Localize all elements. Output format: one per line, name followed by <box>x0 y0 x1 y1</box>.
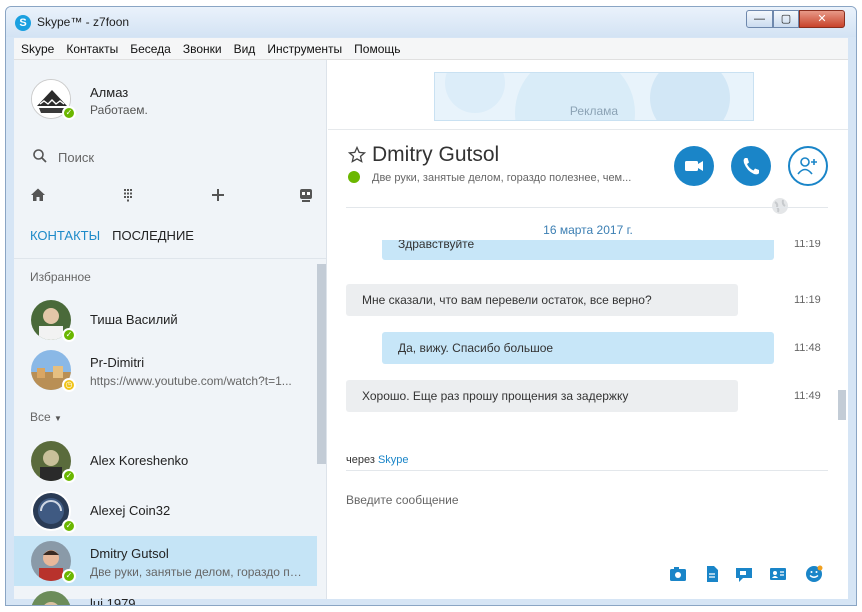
voice-call-button[interactable] <box>731 146 771 186</box>
search-input[interactable] <box>58 146 298 168</box>
all-contacts-header[interactable]: Все ▼ <box>30 410 62 424</box>
chat-divider <box>346 207 828 208</box>
ad-label: Реклама <box>569 104 619 118</box>
dialpad-icon[interactable] <box>119 186 137 204</box>
status-online-icon: ✓ <box>62 519 76 533</box>
status-online-icon: ✓ <box>62 569 76 583</box>
contact-item-pr-dimitri[interactable]: ◷ Pr-Dimitri https://www.youtube.com/wat… <box>14 345 317 395</box>
bot-icon[interactable] <box>297 186 315 204</box>
star-icon[interactable] <box>348 146 366 164</box>
contact-item-alex-koreshenko[interactable]: ✓ Alex Koreshenko <box>14 436 317 486</box>
via-brand[interactable]: Skype <box>378 454 409 466</box>
ad-banner[interactable]: Реклама <box>434 72 754 121</box>
menu-view[interactable]: Вид <box>228 38 262 60</box>
contacts-sidebar: ✓ Алмаз Работаем. Поиск КОНТАКТЫ ПОСЛЕДН… <box>14 60 327 605</box>
tab-contacts[interactable]: КОНТАКТЫ <box>30 228 100 243</box>
message-list[interactable]: Здравствуйте 11:19 Мне сказали, что вам … <box>328 240 848 430</box>
message-incoming[interactable]: Мне сказали, что вам перевели остаток, в… <box>346 284 738 316</box>
message-time: 11:19 <box>794 240 821 250</box>
chat-status-online-icon <box>348 171 360 183</box>
contact-item-lui-1979[interactable]: lui 1979 <box>14 586 317 606</box>
chat-scrollbar[interactable] <box>838 390 846 420</box>
menu-contacts[interactable]: Контакты <box>60 38 124 60</box>
chat-contact-mood: Две руки, занятые делом, гораздо полезне… <box>372 172 632 184</box>
sidebar-scrollbar[interactable] <box>317 264 326 464</box>
profile-mood[interactable]: Работаем. <box>90 103 148 117</box>
add-people-button[interactable] <box>788 146 828 186</box>
sidebar-tabs: КОНТАКТЫ ПОСЛЕДНИЕ <box>30 228 206 243</box>
via-label: через Skype <box>346 454 409 466</box>
message-incoming[interactable]: Хорошо. Еще раз прошу прощения за задерж… <box>346 380 738 412</box>
menu-help[interactable]: Помощь <box>348 38 406 60</box>
contact-item-alexej-coin32[interactable]: ✓ Alexej Coin32 <box>14 486 317 536</box>
via-prefix: через <box>346 454 375 466</box>
status-online-icon: ✓ <box>62 469 76 483</box>
contact-mood: https://www.youtube.com/watch?t=1... <box>90 374 292 388</box>
message-outgoing[interactable]: Да, вижу. Спасибо большое <box>382 332 774 364</box>
add-icon[interactable] <box>209 186 227 204</box>
contact-item-dmitry-gutsol[interactable]: ✓ Dmitry Gutsol Две руки, занятые делом,… <box>14 536 317 586</box>
close-button[interactable]: ✕ <box>799 10 845 28</box>
globe-icon[interactable] <box>770 196 790 216</box>
status-online-icon: ✓ <box>62 328 76 342</box>
minimize-button[interactable]: — <box>746 10 773 28</box>
menu-bar: Skype Контакты Беседа Звонки Вид Инструменты П… <box>14 38 848 60</box>
contact-name: Alex Koreshenko <box>90 453 189 468</box>
tab-recent[interactable]: ПОСЛЕДНИЕ <box>112 228 194 243</box>
menu-skype[interactable]: Skype <box>14 38 60 60</box>
emoticon-icon[interactable] <box>804 564 824 584</box>
message-time: 11:49 <box>794 390 821 402</box>
message-input[interactable] <box>346 490 816 510</box>
status-away-icon: ◷ <box>62 378 76 392</box>
menu-tools[interactable]: Инструменты <box>261 38 348 60</box>
header-divider <box>328 129 848 130</box>
chat-panel: Реклама Dmitry Gutsol Две руки, занятые … <box>328 60 848 599</box>
video-camera-icon <box>685 161 703 171</box>
all-label: Все <box>30 410 51 424</box>
contact-name: lui 1979 <box>90 596 136 606</box>
send-contacts-icon[interactable] <box>768 564 788 584</box>
menu-conversation[interactable]: Беседа <box>124 38 177 60</box>
phone-icon <box>743 158 759 175</box>
date-separator: 16 марта 2017 г. <box>543 223 633 237</box>
video-call-button[interactable] <box>674 146 714 186</box>
app-content: ✓ Алмаз Работаем. Поиск КОНТАКТЫ ПОСЛЕДН… <box>14 60 848 605</box>
contact-name: Тиша Василий <box>90 312 178 327</box>
video-message-icon[interactable] <box>734 564 754 584</box>
profile-name[interactable]: Алмаз <box>90 85 128 100</box>
contact-item-tisha-vasiliy[interactable]: ✓ Тиша Василий <box>14 295 317 345</box>
send-file-icon[interactable] <box>702 564 722 584</box>
send-photo-icon[interactable] <box>668 564 688 584</box>
message-time: 11:48 <box>794 342 821 354</box>
message-time: 11:19 <box>794 294 821 306</box>
profile-status-online-icon: ✓ <box>62 106 76 120</box>
window-title: Skype™ - z7foon <box>37 15 130 29</box>
menu-calls[interactable]: Звонки <box>177 38 228 60</box>
title-bar: S Skype™ - z7foon — ▢ ✕ <box>6 7 856 37</box>
contact-name: Pr-Dimitri <box>90 355 145 370</box>
skype-window: S Skype™ - z7foon — ▢ ✕ Skype Контакты Бес… <box>5 6 857 606</box>
chat-contact-name[interactable]: Dmitry Gutsol <box>372 143 499 167</box>
home-icon[interactable] <box>29 186 47 204</box>
avatar <box>31 591 71 605</box>
search-box[interactable] <box>28 146 308 168</box>
compose-divider <box>346 470 828 471</box>
chevron-down-icon: ▼ <box>54 414 62 423</box>
contact-mood: Две руки, занятые делом, гораздо по... <box>90 565 305 579</box>
favorites-header: Избранное <box>30 270 91 284</box>
search-icon <box>33 149 47 163</box>
tabs-divider <box>14 258 326 259</box>
add-person-icon <box>797 157 817 175</box>
contact-name: Dmitry Gutsol <box>90 546 169 561</box>
message-outgoing[interactable]: Здравствуйте <box>382 240 774 260</box>
skype-logo-icon: S <box>15 15 31 31</box>
contact-name: Alexej Coin32 <box>90 503 171 518</box>
maximize-button[interactable]: ▢ <box>773 10 799 28</box>
